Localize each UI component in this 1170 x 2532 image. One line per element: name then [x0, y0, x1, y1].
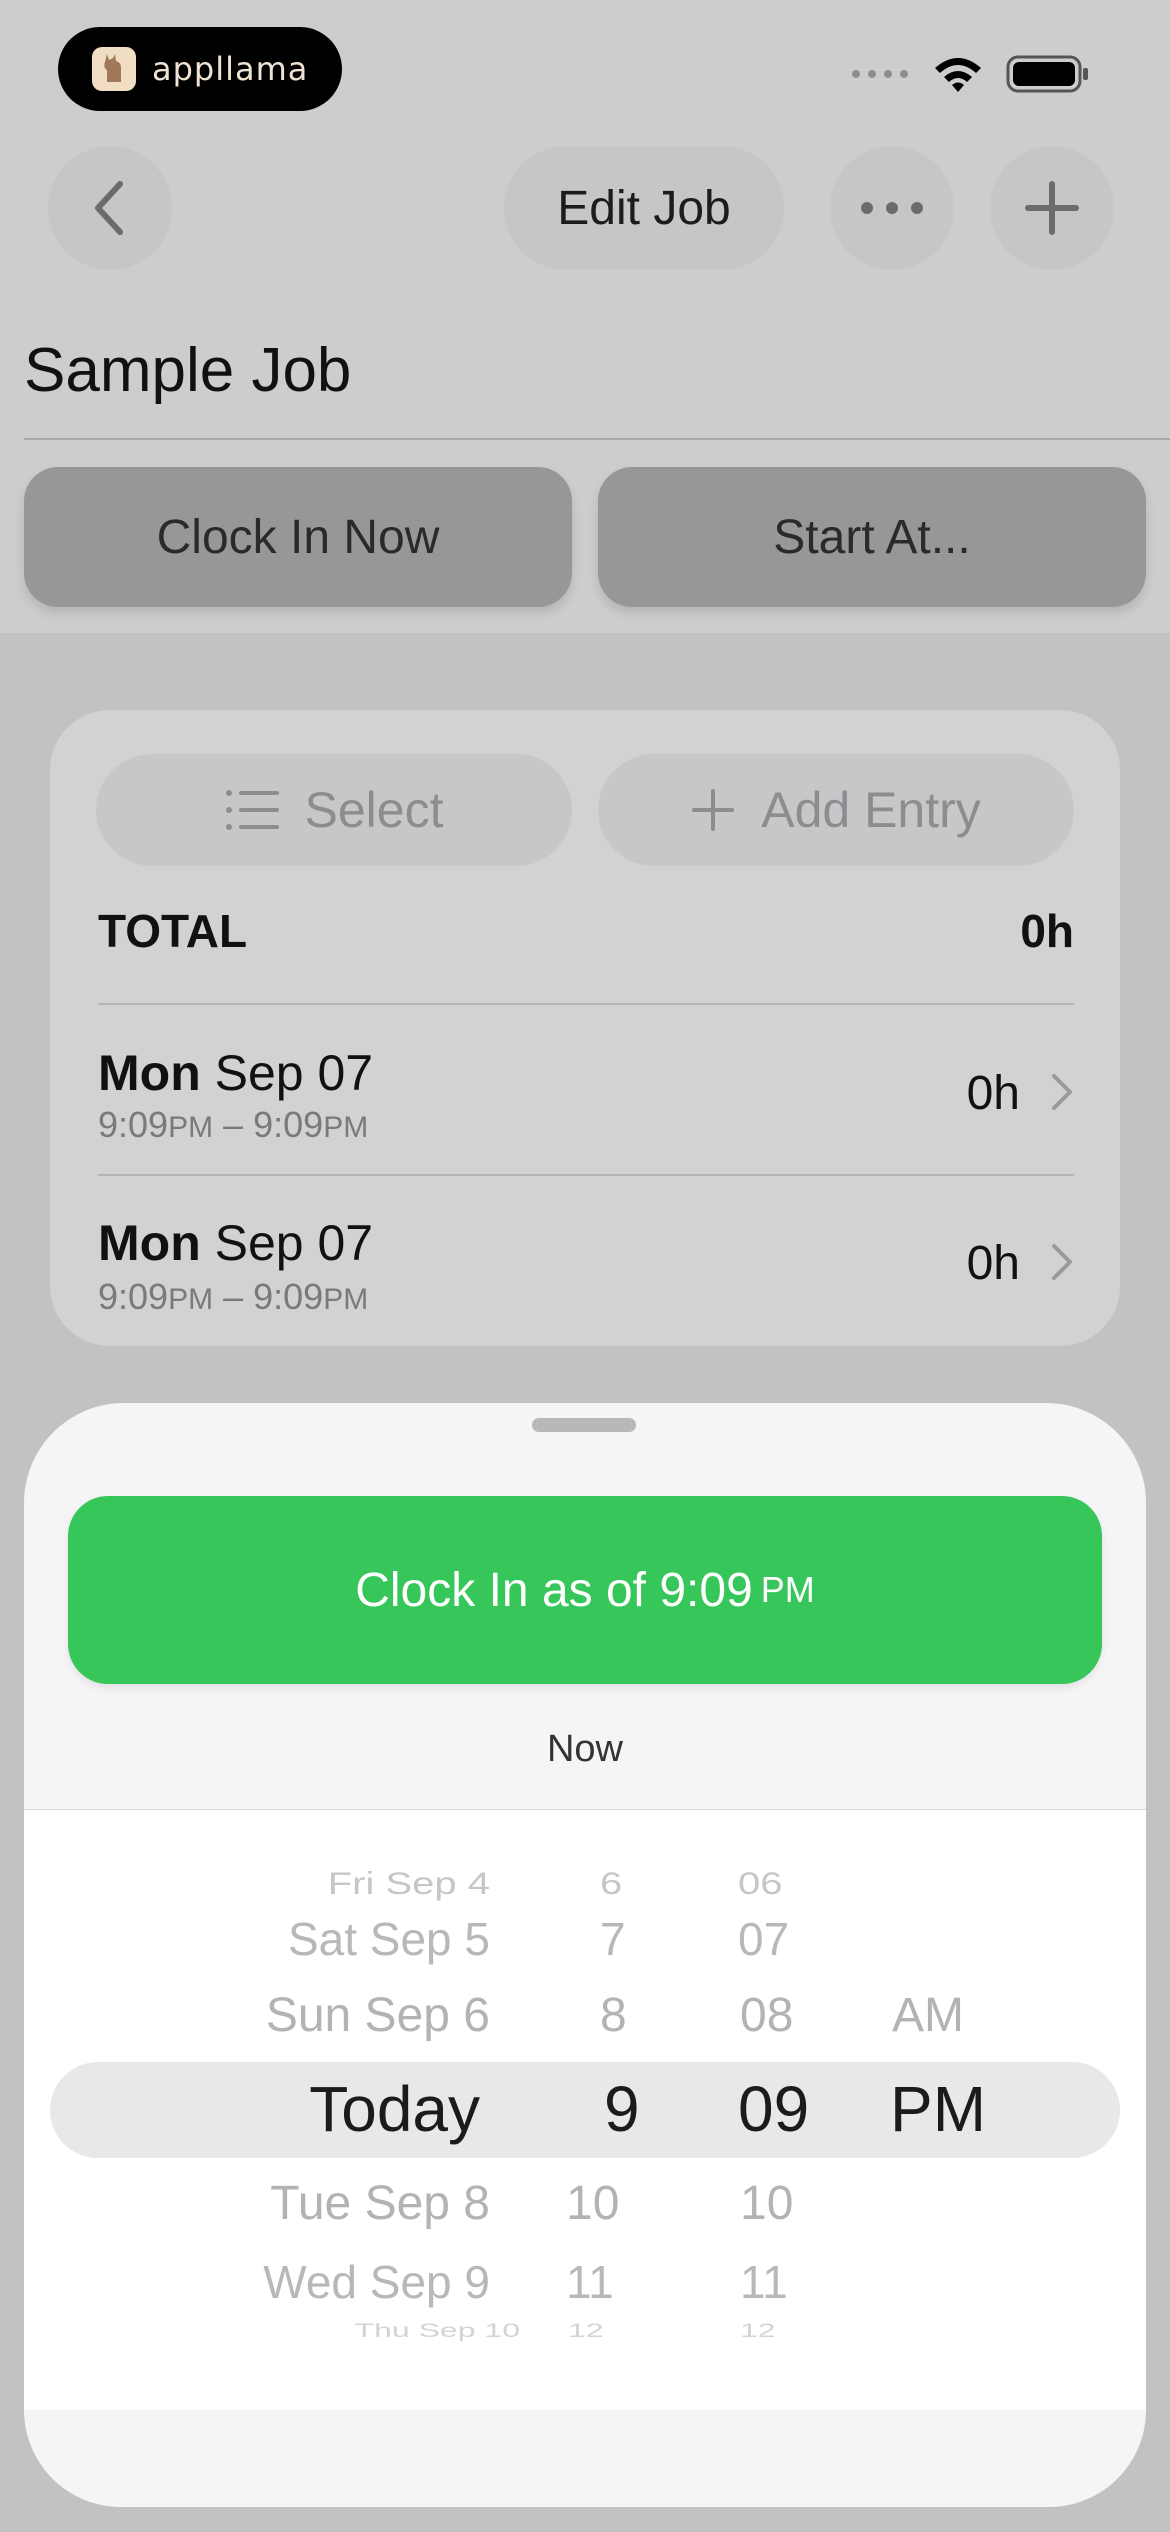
picker-pm-selected[interactable]: PM — [890, 2072, 986, 2146]
start-at-button[interactable]: Start At... — [598, 467, 1146, 607]
job-name[interactable]: Sample Job — [24, 335, 351, 406]
entry-start: 9:09 — [98, 1104, 169, 1145]
clock-in-label: Clock In as of 9:09 — [355, 1563, 753, 1617]
entry-date[interactable]: Mon Sep 07 — [98, 1214, 373, 1272]
select-button[interactable]: Select — [96, 754, 572, 866]
entry-end: 9:09 — [253, 1276, 324, 1317]
entry-separator: – — [223, 1276, 244, 1317]
picker-day[interactable]: Sat Sep 5 — [288, 1912, 490, 1966]
divider — [24, 438, 1170, 440]
select-label: Select — [304, 782, 444, 838]
entry-separator: – — [223, 1104, 244, 1145]
picker-day[interactable]: Sun Sep 6 — [266, 1988, 490, 2043]
entry-start-ampm: PM — [168, 1111, 214, 1144]
chevron-left-icon — [95, 181, 123, 235]
entry-start-ampm: PM — [168, 1283, 214, 1316]
total-value: 0h — [1020, 905, 1074, 957]
entry-duration: 0h — [966, 1237, 1020, 1290]
entry-duration: 0h — [966, 1067, 1020, 1120]
picker-minute-selected[interactable]: 09 — [738, 2072, 809, 2146]
picker-hour[interactable]: 6 — [600, 1867, 622, 1902]
picker-minute[interactable]: 06 — [738, 1867, 783, 1902]
plus-icon — [692, 789, 735, 831]
entry-date[interactable]: Mon Sep 07 — [98, 1044, 373, 1102]
picker-day[interactable]: Wed Sep 9 — [263, 2255, 490, 2309]
add-entry-label: Add Entry — [761, 782, 981, 838]
picker-minute[interactable]: 10 — [740, 2176, 793, 2231]
list-icon — [225, 790, 279, 830]
clock-in-now-button[interactable]: Clock In Now — [24, 467, 572, 607]
logo-text: appllama — [152, 50, 309, 88]
clock-in-ampm: PM — [760, 1569, 815, 1610]
ellipsis-icon — [861, 202, 923, 214]
entry-day: Mon — [98, 1215, 201, 1271]
battery-icon — [1006, 54, 1090, 99]
sheet-grabber[interactable] — [532, 1418, 636, 1432]
entry-start: 9:09 — [98, 1276, 169, 1317]
page-title: Edit Job — [504, 146, 784, 270]
entry-date-value: Sep 07 — [214, 1215, 374, 1271]
chevron-right-icon[interactable] — [1050, 1242, 1074, 1287]
picker-minute[interactable]: 12 — [740, 2319, 776, 2341]
sheet-bottom — [24, 2410, 1146, 2507]
status-icons — [850, 54, 1090, 99]
clock-in-as-of-button[interactable]: Clock In as of 9:09 PM — [68, 1496, 1102, 1684]
cellular-signal-icon — [850, 67, 910, 86]
wifi-icon — [932, 54, 984, 99]
picker-minute[interactable]: 11 — [740, 2255, 788, 2309]
llama-logo-icon — [92, 47, 136, 91]
picker-hour[interactable]: 7 — [600, 1912, 626, 1966]
picker-am[interactable]: AM — [892, 1988, 964, 2043]
add-button[interactable] — [990, 146, 1114, 270]
chevron-right-icon[interactable] — [1050, 1072, 1074, 1117]
entry-time-range: 9:09PM – 9:09PM — [98, 1104, 368, 1146]
picker-day-selected[interactable]: Today — [309, 2072, 480, 2146]
picker-hour[interactable]: 8 — [600, 1988, 627, 2043]
total-label: TOTAL — [98, 905, 248, 957]
back-button[interactable] — [48, 146, 172, 270]
picker-day[interactable]: Fri Sep 4 — [328, 1867, 490, 1902]
picker-hour-selected[interactable]: 9 — [604, 2072, 640, 2146]
divider — [98, 1174, 1074, 1176]
more-button[interactable] — [830, 146, 954, 270]
plus-icon — [1025, 181, 1079, 235]
now-button[interactable]: Now — [0, 1728, 1170, 1771]
picker-hour[interactable]: 10 — [566, 2176, 619, 2231]
picker-day[interactable]: Thu Sep 10 — [355, 2319, 520, 2341]
picker-minute[interactable]: 07 — [738, 1912, 789, 1966]
add-entry-button[interactable]: Add Entry — [598, 754, 1074, 866]
entry-date-value: Sep 07 — [214, 1045, 374, 1101]
picker-day[interactable]: Tue Sep 8 — [270, 2176, 490, 2231]
entry-end-ampm: PM — [323, 1283, 369, 1316]
entry-day: Mon — [98, 1045, 201, 1101]
picker-minute[interactable]: 08 — [740, 1988, 793, 2043]
app-logo-pill: appllama — [58, 27, 342, 111]
picker-hour[interactable]: 12 — [568, 2319, 604, 2341]
entry-end-ampm: PM — [323, 1111, 369, 1144]
picker-hour[interactable]: 11 — [566, 2255, 614, 2309]
entry-end: 9:09 — [253, 1104, 324, 1145]
entry-time-range: 9:09PM – 9:09PM — [98, 1276, 368, 1318]
divider — [98, 1003, 1074, 1005]
